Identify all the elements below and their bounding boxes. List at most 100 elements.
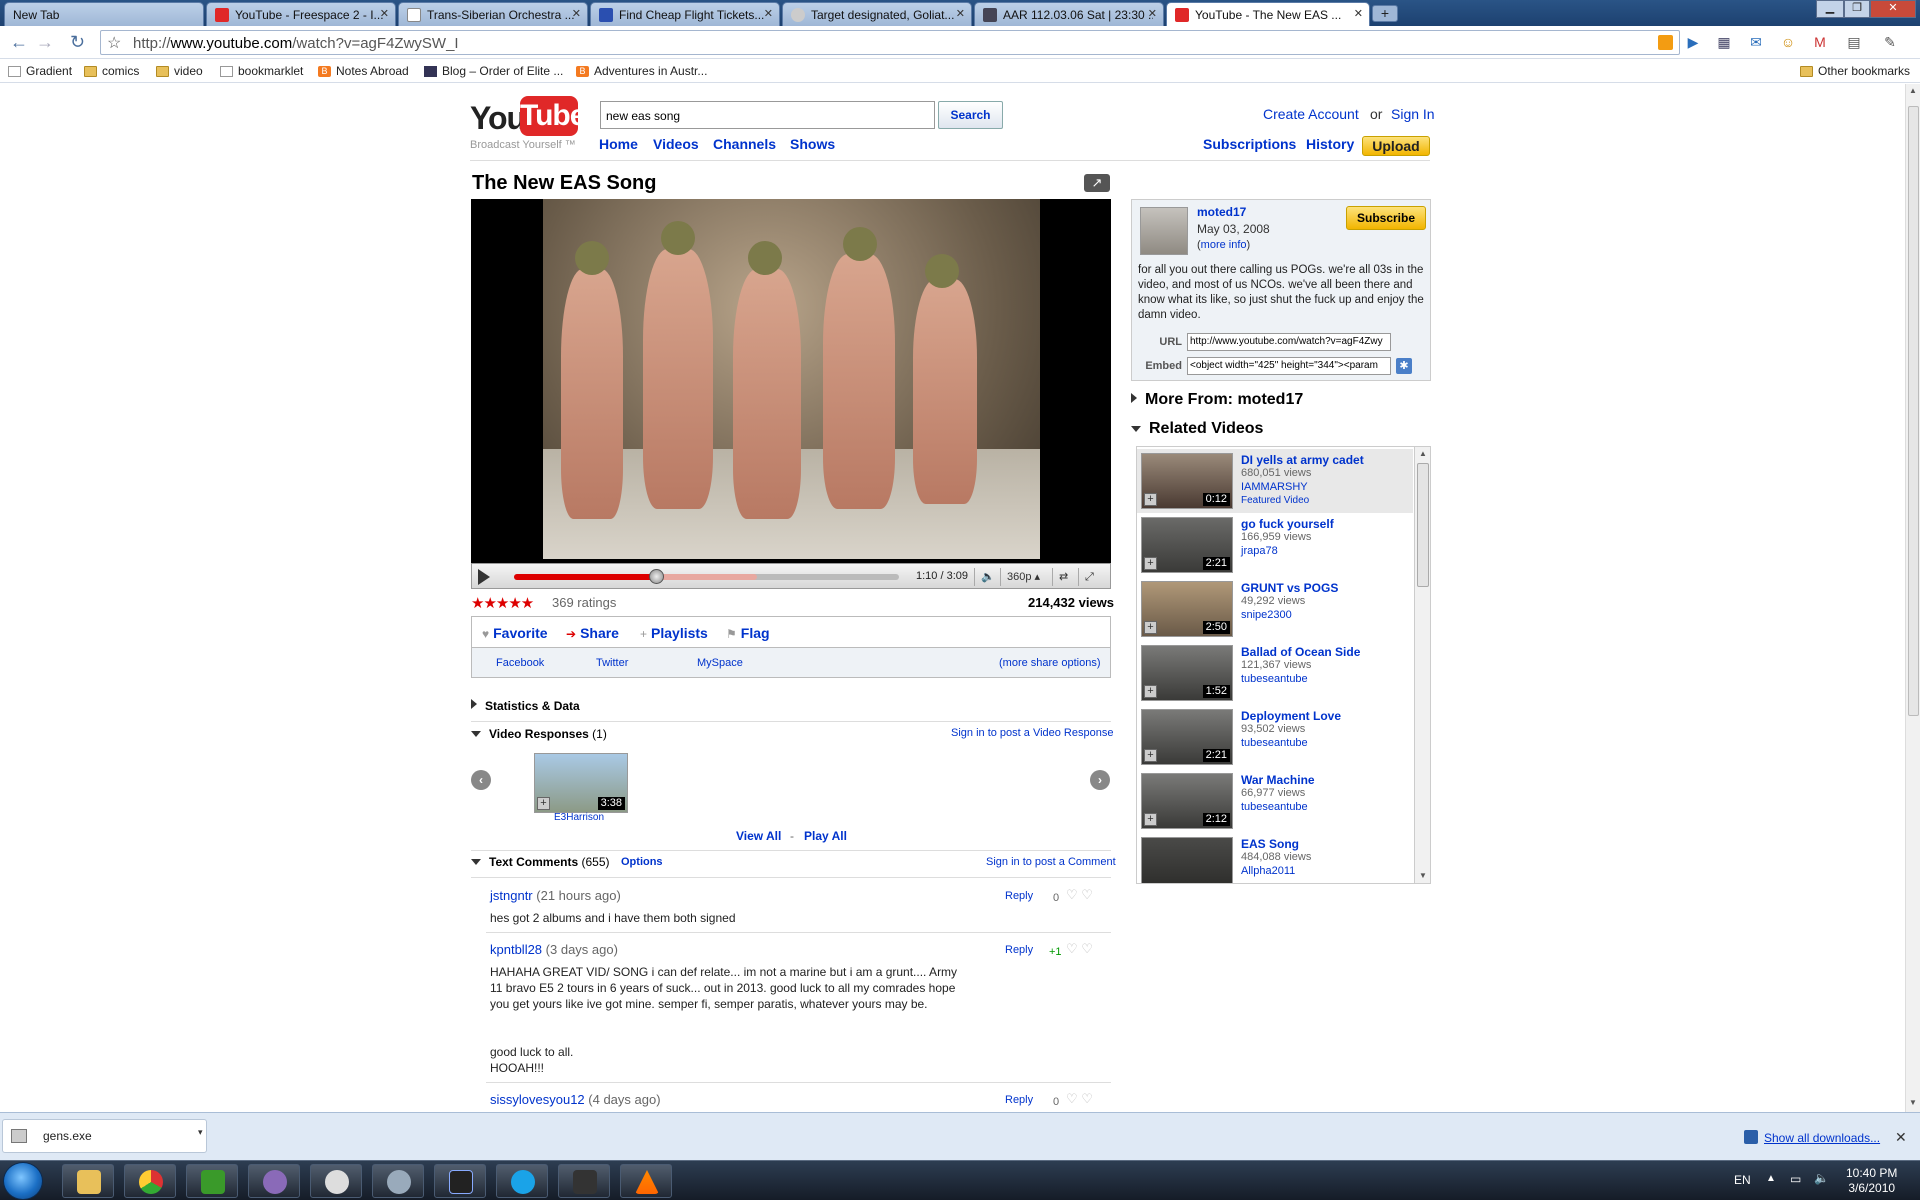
playlists-button[interactable]: + Playlists: [640, 625, 708, 641]
video-thumbnail[interactable]: +2:21: [1141, 709, 1233, 765]
emoji-icon[interactable]: ☺: [1780, 34, 1796, 50]
avatar[interactable]: [1140, 207, 1188, 255]
bookmark-adventures[interactable]: B Adventures in Austr...: [576, 64, 707, 78]
page-menu-icon[interactable]: ▤: [1846, 34, 1862, 50]
favorite-button[interactable]: ♥ Favorite: [482, 625, 548, 641]
close-icon[interactable]: ✕: [1354, 3, 1363, 25]
related-videos-toggle[interactable]: Related Videos: [1131, 420, 1263, 438]
list-item[interactable]: +0:12 DI yells at army cadet 680,051 vie…: [1137, 449, 1413, 513]
nav-shows[interactable]: Shows: [790, 136, 835, 152]
close-icon[interactable]: ✕: [1148, 3, 1157, 25]
related-scrollbar[interactable]: ▲ ▼: [1414, 447, 1430, 883]
more-from-toggle[interactable]: More From: moted17: [1131, 391, 1303, 409]
share-facebook[interactable]: Facebook: [496, 657, 544, 669]
comment-user[interactable]: kpntbll28 (3 days ago): [490, 942, 618, 957]
address-bar[interactable]: ☆ http://www.youtube.com/watch?v=agF4Zwy…: [100, 30, 1680, 55]
video-thumbnail[interactable]: [1141, 837, 1233, 883]
network-icon[interactable]: ▭: [1790, 1172, 1801, 1186]
nav-videos[interactable]: Videos: [653, 136, 699, 152]
window-close-button[interactable]: ✕: [1870, 0, 1916, 18]
share-button[interactable]: ➔ Share: [566, 625, 619, 641]
thumbs-vote-icon[interactable]: ♡ ♡: [1066, 941, 1093, 957]
clock[interactable]: 10:40 PM 3/6/2010: [1846, 1166, 1897, 1196]
add-icon[interactable]: +: [1144, 493, 1157, 506]
tab-new-tab[interactable]: New Tab: [4, 2, 204, 26]
tray-expand-icon[interactable]: ▲: [1766, 1173, 1776, 1184]
statistics-toggle[interactable]: Statistics & Data: [471, 699, 580, 713]
bookmark-notes-abroad[interactable]: B Notes Abroad: [318, 64, 409, 78]
seek-handle[interactable]: [649, 569, 665, 584]
subscribe-button[interactable]: Subscribe: [1346, 206, 1426, 230]
bookmark-comics[interactable]: comics: [84, 64, 139, 78]
scroll-up-icon[interactable]: ▲: [1419, 449, 1427, 458]
comment-user[interactable]: jstngntr (21 hours ago): [490, 888, 621, 903]
video-thumbnail[interactable]: +0:12: [1141, 453, 1233, 509]
volume-icon[interactable]: 🔈: [974, 568, 995, 586]
add-icon[interactable]: +: [1144, 749, 1157, 762]
more-share-options[interactable]: (more share options): [999, 657, 1101, 669]
related-title-link[interactable]: Ballad of Ocean Side: [1241, 645, 1360, 659]
list-item[interactable]: +2:21 Deployment Love 93,502 views tubes…: [1137, 705, 1413, 769]
volume-icon[interactable]: 🔈: [1814, 1171, 1829, 1185]
rss-icon[interactable]: [1658, 35, 1673, 50]
history-link[interactable]: History: [1306, 136, 1354, 152]
page-scrollbar[interactable]: ▲ ▼: [1905, 84, 1920, 1112]
scroll-down-icon[interactable]: ▼: [1419, 871, 1427, 880]
nav-home[interactable]: Home: [599, 136, 638, 152]
tab-youtube-freespace[interactable]: YouTube - Freespace 2 - I... ✕: [206, 2, 396, 26]
flag-button[interactable]: ⚑ Flag: [726, 625, 770, 641]
nav-channels[interactable]: Channels: [713, 136, 776, 152]
taskbar-evemon[interactable]: [434, 1164, 486, 1198]
video-player[interactable]: [471, 199, 1111, 563]
view-all-link[interactable]: View All: [736, 829, 781, 843]
add-icon[interactable]: +: [1144, 557, 1157, 570]
related-user-link[interactable]: snipe2300: [1241, 609, 1292, 621]
chevron-down-icon[interactable]: ▾: [198, 1127, 203, 1138]
uploader-name-link[interactable]: moted17: [1197, 205, 1246, 219]
related-user-link[interactable]: IAMMARSHY: [1241, 481, 1308, 493]
related-user-link[interactable]: tubeseantube: [1241, 737, 1308, 749]
related-user-link[interactable]: tubeseantube: [1241, 673, 1308, 685]
scroll-thumb[interactable]: [1908, 106, 1919, 716]
forward-icon[interactable]: →: [36, 32, 54, 52]
list-item[interactable]: +1:52 Ballad of Ocean Side 121,367 views…: [1137, 641, 1413, 705]
scroll-up-icon[interactable]: ▲: [1909, 86, 1917, 95]
thumbs-vote-icon[interactable]: ♡ ♡: [1066, 1091, 1093, 1107]
next-arrow-icon[interactable]: ›: [1090, 770, 1110, 790]
expand-icon[interactable]: ⇄: [1052, 568, 1068, 586]
play-extension-icon[interactable]: ▶: [1685, 34, 1701, 50]
sign-in-link[interactable]: Sign In: [1391, 106, 1435, 122]
taskbar-app-alien[interactable]: [310, 1164, 362, 1198]
related-user-link[interactable]: Allpha2011: [1241, 865, 1295, 877]
close-icon[interactable]: ✕: [764, 3, 773, 25]
tab-flights[interactable]: Find Cheap Flight Tickets... ✕: [590, 2, 780, 26]
play-all-link[interactable]: Play All: [804, 829, 847, 843]
download-item[interactable]: gens.exe ▾: [2, 1119, 207, 1153]
comment-options-link[interactable]: Options: [621, 856, 663, 868]
reply-link[interactable]: Reply: [1005, 890, 1033, 902]
comment-username[interactable]: sissylovesyou12: [490, 1092, 585, 1107]
related-title-link[interactable]: War Machine: [1241, 773, 1315, 787]
start-button[interactable]: [3, 1162, 43, 1200]
related-title-link[interactable]: DI yells at army cadet: [1241, 453, 1364, 467]
reply-link[interactable]: Reply: [1005, 944, 1033, 956]
reply-link[interactable]: Reply: [1005, 1094, 1033, 1106]
video-responses-toggle[interactable]: Video Responses (1): [471, 727, 607, 741]
list-item[interactable]: EAS Song 484,088 views Allpha2011: [1137, 833, 1413, 883]
tab-aar[interactable]: AAR 112.03.06 Sat | 23:30 ... ✕: [974, 2, 1164, 26]
close-icon[interactable]: ✕: [956, 3, 965, 25]
taskbar-chrome[interactable]: [124, 1164, 176, 1198]
comment-user[interactable]: sissylovesyou12 (4 days ago): [490, 1092, 661, 1107]
tab-youtube-eas-active[interactable]: YouTube - The New EAS ... ✕: [1166, 2, 1370, 26]
language-indicator[interactable]: EN: [1734, 1173, 1751, 1187]
fullscreen-icon[interactable]: ⤢: [1078, 568, 1094, 586]
bookmark-bookmarklet[interactable]: bookmarklet: [220, 64, 303, 78]
bookmark-video[interactable]: video: [156, 64, 203, 78]
taskbar-vlc[interactable]: [620, 1164, 672, 1198]
related-title-link[interactable]: EAS Song: [1241, 837, 1299, 851]
embed-field[interactable]: <object width="425" height="344"><param: [1187, 357, 1391, 375]
share-myspace[interactable]: MySpace: [697, 657, 743, 669]
scroll-down-icon[interactable]: ▼: [1909, 1098, 1917, 1107]
quality-selector[interactable]: 360p ▴: [1000, 568, 1040, 586]
video-thumbnail[interactable]: +1:52: [1141, 645, 1233, 701]
